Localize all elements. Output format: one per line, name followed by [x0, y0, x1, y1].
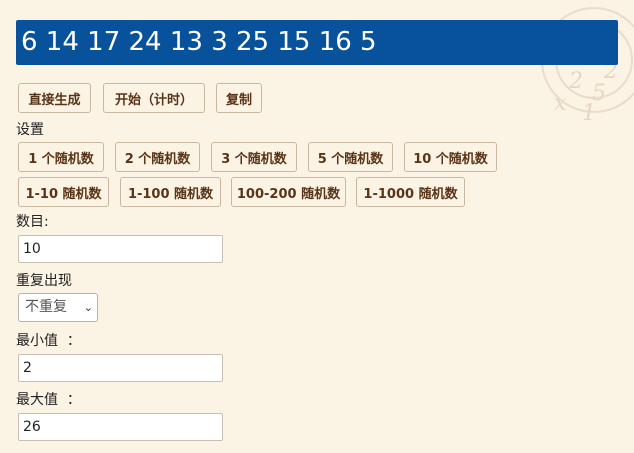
count-label: 数目: [16, 214, 49, 230]
range-1-1000-button[interactable]: 1-1000 随机数 [356, 177, 465, 207]
min-label: 最小值 ： [16, 333, 81, 349]
max-label: 最大值 ： [16, 392, 81, 408]
range-1-100-button[interactable]: 1-100 随机数 [120, 177, 221, 207]
repeat-select[interactable]: 不重复 ⌄ [18, 293, 98, 322]
repeat-select-value: 不重复 [25, 299, 67, 315]
preset-2-random-button[interactable]: 2 个随机数 [115, 142, 200, 172]
preset-10-random-button[interactable]: 10 个随机数 [404, 142, 497, 172]
min-input[interactable]: 2 [18, 354, 223, 382]
count-input[interactable]: 10 [18, 235, 223, 263]
copy-button[interactable]: 复制 [216, 83, 262, 113]
svg-text:1: 1 [582, 101, 596, 126]
repeat-label: 重复出现 [16, 273, 72, 289]
chevron-down-icon: ⌄ [83, 301, 93, 314]
range-100-200-button[interactable]: 100-200 随机数 [231, 177, 346, 207]
preset-1-random-button[interactable]: 1 个随机数 [18, 142, 104, 172]
svg-text:x: x [554, 91, 567, 116]
settings-heading: 设置 [16, 122, 44, 138]
range-1-10-button[interactable]: 1-10 随机数 [18, 177, 109, 207]
max-input[interactable]: 26 [18, 413, 223, 441]
generate-button[interactable]: 直接生成 [18, 83, 91, 113]
result-display: 6 14 17 24 13 3 25 15 16 5 [16, 20, 618, 65]
svg-text:5: 5 [592, 81, 606, 106]
preset-5-random-button[interactable]: 5 个随机数 [308, 142, 393, 172]
svg-text:2: 2 [568, 69, 583, 94]
preset-3-random-button[interactable]: 3 个随机数 [211, 142, 297, 172]
start-timer-button[interactable]: 开始（计时） [103, 83, 205, 113]
